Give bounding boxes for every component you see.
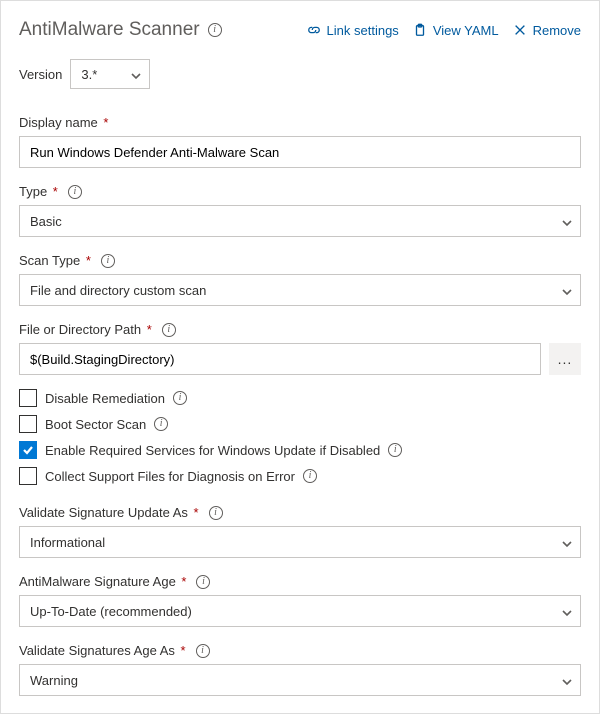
info-icon[interactable]: i	[196, 644, 210, 658]
link-settings-button[interactable]: Link settings	[307, 23, 399, 38]
signature-age-label: AntiMalware Signature Age *	[19, 574, 186, 589]
disable-remediation-label: Disable Remediation	[45, 391, 165, 406]
link-icon	[307, 23, 321, 37]
info-icon[interactable]: i	[68, 185, 82, 199]
remove-label: Remove	[533, 23, 581, 38]
type-value: Basic	[30, 214, 62, 229]
validate-signature-update-label: Validate Signature Update As *	[19, 505, 199, 520]
enable-services-checkbox[interactable]	[19, 441, 37, 459]
link-settings-label: Link settings	[327, 23, 399, 38]
display-name-label: Display name *	[19, 115, 108, 130]
info-icon[interactable]: i	[162, 323, 176, 337]
checkmark-icon	[22, 444, 34, 456]
validate-signature-update-label-row: Validate Signature Update As * i	[19, 505, 581, 520]
view-yaml-button[interactable]: View YAML	[413, 23, 499, 38]
file-path-field: File or Directory Path * i ...	[19, 322, 581, 375]
scan-type-field: Scan Type * i File and directory custom …	[19, 253, 581, 306]
version-select[interactable]: 3.*	[70, 59, 150, 89]
enable-services-label: Enable Required Services for Windows Upd…	[45, 443, 380, 458]
version-value: 3.*	[81, 67, 97, 82]
type-label-row: Type * i	[19, 184, 581, 199]
required-asterisk: *	[178, 574, 187, 589]
disable-remediation-checkbox[interactable]	[19, 389, 37, 407]
validate-signatures-age-value: Warning	[30, 673, 78, 688]
info-icon[interactable]: i	[101, 254, 115, 268]
required-asterisk: *	[82, 253, 91, 268]
chevron-down-icon	[562, 537, 572, 547]
disable-remediation-row: Disable Remediation i	[19, 385, 581, 411]
remove-button[interactable]: Remove	[513, 23, 581, 38]
clipboard-icon	[413, 23, 427, 37]
close-icon	[513, 23, 527, 37]
boot-sector-label: Boot Sector Scan	[45, 417, 146, 432]
validate-signatures-age-label-row: Validate Signatures Age As * i	[19, 643, 581, 658]
header-actions: Link settings View YAML Remove	[307, 23, 581, 38]
collect-support-label: Collect Support Files for Diagnosis on E…	[45, 469, 295, 484]
signature-age-label-row: AntiMalware Signature Age * i	[19, 574, 581, 589]
checkbox-group: Disable Remediation i Boot Sector Scan i…	[19, 385, 581, 489]
file-path-row: ...	[19, 343, 581, 375]
scan-type-label: Scan Type *	[19, 253, 91, 268]
chevron-down-icon	[562, 675, 572, 685]
file-path-label-row: File or Directory Path * i	[19, 322, 581, 337]
scan-type-value: File and directory custom scan	[30, 283, 206, 298]
chevron-down-icon	[562, 606, 572, 616]
type-select[interactable]: Basic	[19, 205, 581, 237]
info-icon[interactable]: i	[388, 443, 402, 457]
title-wrap: AntiMalware Scanner i	[19, 19, 222, 41]
signature-age-field: AntiMalware Signature Age * i Up-To-Date…	[19, 574, 581, 627]
version-row: Version 3.*	[19, 59, 581, 89]
header-row: AntiMalware Scanner i Link settings View…	[19, 19, 581, 41]
info-icon[interactable]: i	[173, 391, 187, 405]
required-asterisk: *	[177, 643, 186, 658]
required-asterisk: *	[190, 505, 199, 520]
chevron-down-icon	[562, 216, 572, 226]
required-asterisk: *	[143, 322, 152, 337]
info-icon[interactable]: i	[303, 469, 317, 483]
validate-signatures-age-field: Validate Signatures Age As * i Warning	[19, 643, 581, 696]
file-path-label: File or Directory Path *	[19, 322, 152, 337]
required-asterisk: *	[100, 115, 109, 130]
validate-signatures-age-label: Validate Signatures Age As *	[19, 643, 186, 658]
type-label: Type *	[19, 184, 58, 199]
validate-signature-update-select[interactable]: Informational	[19, 526, 581, 558]
validate-signatures-age-select[interactable]: Warning	[19, 664, 581, 696]
display-name-label-row: Display name *	[19, 115, 581, 130]
signature-age-value: Up-To-Date (recommended)	[30, 604, 192, 619]
boot-sector-checkbox[interactable]	[19, 415, 37, 433]
collect-support-row: Collect Support Files for Diagnosis on E…	[19, 463, 581, 489]
boot-sector-row: Boot Sector Scan i	[19, 411, 581, 437]
chevron-down-icon	[131, 69, 141, 79]
panel-title: AntiMalware Scanner	[19, 19, 200, 41]
info-icon[interactable]: i	[196, 575, 210, 589]
info-icon[interactable]: i	[209, 506, 223, 520]
collect-support-checkbox[interactable]	[19, 467, 37, 485]
info-icon[interactable]: i	[208, 23, 222, 37]
validate-signature-update-value: Informational	[30, 535, 105, 550]
chevron-down-icon	[562, 285, 572, 295]
display-name-field: Display name *	[19, 115, 581, 168]
scan-type-select[interactable]: File and directory custom scan	[19, 274, 581, 306]
scan-type-label-row: Scan Type * i	[19, 253, 581, 268]
info-icon[interactable]: i	[154, 417, 168, 431]
validate-signature-update-field: Validate Signature Update As * i Informa…	[19, 505, 581, 558]
required-asterisk: *	[49, 184, 58, 199]
task-settings-panel: AntiMalware Scanner i Link settings View…	[0, 0, 600, 714]
file-path-input[interactable]	[19, 343, 541, 375]
display-name-input[interactable]	[19, 136, 581, 168]
view-yaml-label: View YAML	[433, 23, 499, 38]
enable-services-row: Enable Required Services for Windows Upd…	[19, 437, 581, 463]
browse-button[interactable]: ...	[549, 343, 581, 375]
signature-age-select[interactable]: Up-To-Date (recommended)	[19, 595, 581, 627]
type-field: Type * i Basic	[19, 184, 581, 237]
version-label: Version	[19, 67, 62, 82]
